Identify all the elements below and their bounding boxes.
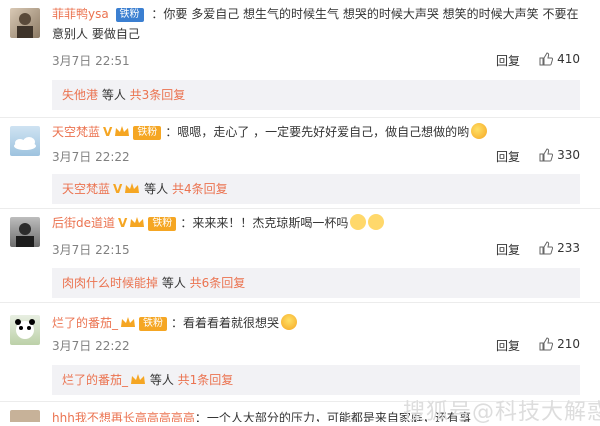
username[interactable]: 菲菲鸭ysa: [52, 7, 109, 21]
fan-badge[interactable]: 铁粉: [115, 8, 144, 22]
avatar[interactable]: [10, 8, 40, 38]
comment-text: ：看着看着就很想哭: [171, 316, 280, 330]
verified-icon: V: [118, 216, 128, 230]
crown-icon: [121, 317, 136, 327]
sub-reply-count[interactable]: 共1条回复: [178, 373, 234, 387]
sub-replies[interactable]: 失他港 等人 共3条回复: [52, 80, 580, 110]
sub-reply-user[interactable]: 烂了的番茄_: [62, 373, 128, 387]
thumb-up-icon: [539, 52, 554, 66]
timestamp: 3月7日 22:22: [52, 150, 130, 164]
comment-item: 烂了的番茄_ 铁粉 ：看着看着就很想哭 3月7日 22:22 回复 210 烂了的番…: [0, 303, 600, 399]
comment-item: 菲菲鸭ysa 铁粉 ：你要 多爱自己 想生气的时候生气 想哭的时候大声哭 想笑的…: [0, 0, 600, 110]
like-button[interactable]: 233: [539, 241, 580, 255]
like-button[interactable]: 330: [539, 148, 580, 162]
like-count: 410: [557, 52, 580, 66]
sub-reply-user[interactable]: 天空梵蓝: [62, 182, 110, 196]
like-count: 233: [557, 241, 580, 255]
verified-icon: V: [113, 182, 123, 196]
verified-icon: V: [103, 125, 113, 139]
sub-replies[interactable]: 天空梵蓝 V 等人 共4条回复: [52, 174, 580, 204]
avatar[interactable]: [10, 315, 40, 345]
like-button[interactable]: 210: [539, 337, 580, 351]
timestamp: 3月7日 22:51: [52, 54, 130, 68]
thumb-up-icon: [539, 337, 554, 351]
reply-button[interactable]: 回复: [496, 148, 520, 165]
sub-reply-user[interactable]: 肉肉什么时候能掉: [62, 276, 158, 290]
comment-text: ：嗯嗯，走心了 ，一定要先好好爱自己，做自己想做的哟: [165, 125, 470, 139]
cat-emoji-icon: [368, 214, 385, 230]
fan-badge[interactable]: 铁粉: [148, 217, 177, 231]
comment-item: 后街de道道 V 铁粉 ：来来来！！杰克琼斯喝一杯吗 3月7日 22:15 回复 23…: [0, 209, 600, 299]
username[interactable]: 后街de道道: [52, 216, 115, 230]
sub-reply-count[interactable]: 共3条回复: [130, 88, 186, 102]
sub-reply-count[interactable]: 共4条回复: [172, 182, 228, 196]
sub-replies[interactable]: 肉肉什么时候能掉 等人 共6条回复: [52, 268, 580, 298]
reply-button[interactable]: 回复: [496, 337, 520, 354]
avatar[interactable]: [10, 126, 40, 156]
avatar[interactable]: [10, 410, 40, 422]
comment-text: ：你要 多爱自己 想生气的时候生气 想哭的时候大声哭 想笑的时候大声笑 不要在: [151, 7, 579, 21]
timestamp: 3月7日 22:22: [52, 339, 130, 353]
username[interactable]: hhh我不想再长高高高高高: [52, 411, 195, 422]
thumb-up-icon: [539, 148, 554, 162]
username[interactable]: 天空梵蓝: [52, 125, 100, 139]
watermark: 搜狐号@科技大解惑: [402, 400, 600, 425]
fan-badge[interactable]: 铁粉: [133, 126, 162, 140]
like-count: 210: [557, 337, 580, 351]
cat-emoji-icon: [350, 214, 367, 230]
comment-item: 天空梵蓝 V 铁粉 ：嗯嗯，走心了 ，一定要先好好爱自己，做自己想做的哟 3月7日 2…: [0, 118, 600, 208]
crown-icon: [125, 183, 140, 193]
avatar[interactable]: [10, 217, 40, 247]
thumb-up-icon: [539, 241, 554, 255]
reply-button[interactable]: 回复: [496, 52, 520, 69]
like-button[interactable]: 410: [539, 52, 580, 66]
crown-icon: [115, 126, 130, 136]
crown-icon: [130, 217, 145, 227]
timestamp: 3月7日 22:15: [52, 243, 130, 257]
comment-text: ：来来来！！杰克琼斯喝一杯吗: [180, 216, 349, 230]
crying-emoji-icon: [281, 314, 298, 330]
crown-icon: [131, 374, 146, 384]
username[interactable]: 烂了的番茄_: [52, 316, 118, 330]
comment-text-cont: 意别人 要做自己: [52, 27, 140, 41]
sub-reply-count[interactable]: 共6条回复: [190, 276, 246, 290]
like-count: 330: [557, 148, 580, 162]
reply-button[interactable]: 回复: [496, 241, 520, 258]
fan-badge[interactable]: 铁粉: [139, 317, 168, 331]
sub-replies[interactable]: 烂了的番茄_ 等人 共1条回复: [52, 365, 580, 395]
sub-reply-user[interactable]: 失他港: [62, 88, 98, 102]
kiss-emoji-icon: [471, 123, 488, 139]
